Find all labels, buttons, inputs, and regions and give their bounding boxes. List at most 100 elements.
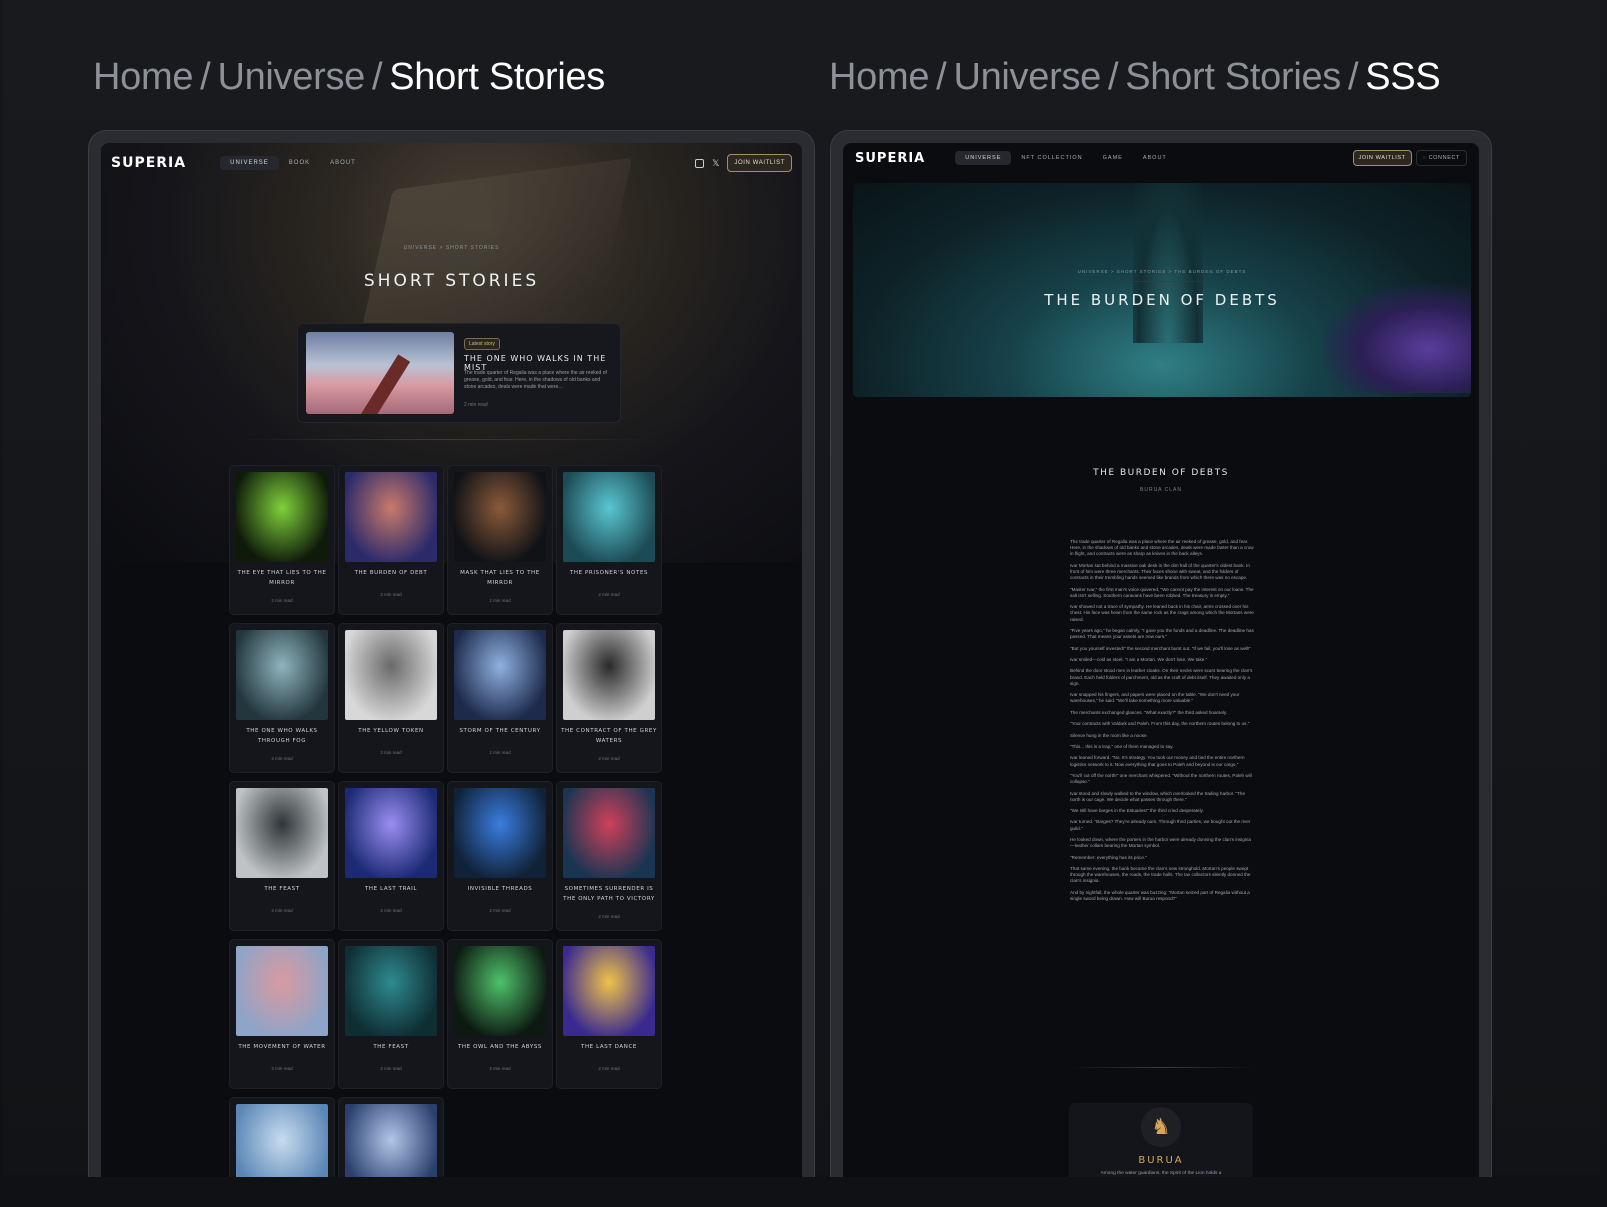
story-card[interactable]: THE OWL AND THE ABYSS 2 min read: [447, 939, 553, 1089]
story-thumbnail: [236, 472, 328, 562]
story-card-title: THE FEAST: [373, 1044, 409, 1050]
story-card-read-time: 2 min read: [380, 592, 402, 597]
story-card[interactable]: THE YELLOW TOKEN 2 min read: [338, 623, 444, 773]
crumb-current: SSS: [1365, 56, 1441, 98]
story-thumbnail: [345, 630, 437, 720]
hero-breadcrumb: UNIVERSE > SHORT STORIES > THE BURDEN OF…: [1077, 269, 1247, 274]
story-paragraph: The trade quarter of Regalia was a place…: [1070, 539, 1254, 557]
crumb-home: Home: [829, 56, 930, 98]
story-card-read-time: 2 min read: [489, 598, 511, 603]
story-card-read-time: 2 min read: [598, 756, 620, 761]
story-card[interactable]: THE PRISONER'S NOTES 2 min read: [556, 465, 662, 615]
story-clan: BURUA CLAN: [1140, 487, 1182, 493]
story-card-read-time: 2 min read: [489, 1066, 511, 1071]
nav-link-about[interactable]: ABOUT: [1133, 151, 1177, 165]
story-card[interactable]: THE BURDEN OF DEBT 2 min read: [338, 465, 444, 615]
story-paragraph: He looked down, where the porters in the…: [1070, 837, 1251, 849]
device-frame-left: SUPERIA UNIVERSE BOOK ABOUT 𝕏 JOIN WAITL…: [88, 130, 815, 1177]
connect-button[interactable]: ◌ CONNECT: [1415, 150, 1467, 166]
story-paragraph: Ivar showed not a trace of sympathy. He …: [1070, 604, 1254, 622]
story-card[interactable]: THE LAST TRAIL 2 min read: [338, 781, 444, 931]
story-paragraph: Silence hung in the room like a noose.: [1070, 732, 1148, 738]
story-card-read-time: 2 min read: [489, 908, 511, 913]
story-card-read-time: 2 min read: [271, 598, 293, 603]
story-thumbnail: [563, 946, 655, 1036]
story-hero-image: UNIVERSE > SHORT STORIES > THE BURDEN OF…: [853, 183, 1471, 397]
story-card-title: STORM OF THE CENTURY: [459, 728, 541, 734]
join-waitlist-button[interactable]: JOIN WAITLIST: [727, 154, 792, 172]
site-logo[interactable]: SUPERIA: [111, 155, 186, 171]
story-card[interactable]: STORM OF THE CENTURY 2 min read: [447, 623, 553, 773]
story-thumbnail: [454, 946, 546, 1036]
story-card[interactable]: SOMETIMES SURRENDER IS THE ONLY PATH TO …: [556, 781, 662, 931]
story-card-read-time: 2 min read: [598, 1066, 620, 1071]
story-detail-page: SUPERIA UNIVERSE NFT COLLECTION GAME ABO…: [843, 143, 1479, 1177]
story-end-divider: [1069, 1067, 1255, 1068]
story-card[interactable]: [338, 1097, 444, 1177]
showcase-canvas: Home / Universe / Short Stories Home / Univers…: [3, 0, 1600, 1177]
top-nav: SUPERIA UNIVERSE NFT COLLECTION GAME ABO…: [843, 143, 1479, 173]
story-card[interactable]: THE MOVEMENT OF WATER 2 min read: [229, 939, 335, 1089]
hero-divider: [391, 257, 511, 258]
story-paragraph: Behind the door stood men in leather clo…: [1070, 668, 1253, 686]
clan-description: Among the water guardians, the Spirit of…: [1100, 1171, 1222, 1176]
story-paragraph: Ivar Mortan sat behind a massive oak des…: [1070, 562, 1250, 581]
hero-breadcrumb: UNIVERSE > SHORT STORIES: [403, 245, 500, 251]
story-card-title: THE YELLOW TOKEN: [358, 728, 424, 734]
clan-card[interactable]: ♞ BURUA Among the water guardians, the S…: [1069, 1103, 1253, 1177]
crumb-universe: Universe: [953, 56, 1101, 98]
story-card[interactable]: INVISIBLE THREADS 2 min read: [447, 781, 553, 931]
story-card[interactable]: THE FEAST 2 min read: [229, 781, 335, 931]
nav-link-game[interactable]: GAME: [1093, 151, 1133, 165]
story-card-read-time: 2 min read: [598, 592, 620, 597]
story-card-read-time: 2 min read: [489, 750, 511, 755]
story-card-title: MASK THAT LIES TO THE MIRROR: [460, 570, 540, 586]
heading-left: Home / Universe / Short Stories: [93, 56, 606, 98]
device-frame-right: SUPERIA UNIVERSE NFT COLLECTION GAME ABO…: [830, 130, 1492, 1177]
story-card[interactable]: THE ONE WHO WALKS THROUGH FOG 2 min read: [229, 623, 335, 773]
story-card-read-time: 2 min read: [380, 1066, 402, 1071]
story-paragraph: Ivar smiled—cold as steel. "I am a Morta…: [1070, 656, 1208, 662]
x-twitter-icon[interactable]: 𝕏: [712, 158, 719, 169]
story-paragraph: "Master Ivar," the first man's voice qui…: [1070, 586, 1254, 598]
nav-link-book[interactable]: BOOK: [279, 156, 320, 170]
join-waitlist-button[interactable]: JOIN WAITLIST: [1352, 150, 1412, 166]
story-card-title: THE LAST DANCE: [580, 1044, 637, 1050]
story-card[interactable]: THE CONTRACT OF THE GREY WATERS 2 min rea…: [556, 623, 662, 773]
story-paragraph: "You'll cut off the north!" one merchant…: [1070, 772, 1252, 785]
hero-divider: [1103, 281, 1223, 282]
story-card-title: THE FEAST: [264, 886, 300, 892]
crumb-home: Home: [93, 56, 194, 98]
latest-story-card[interactable]: Latest story THE ONE WHO WALKS IN THE MI…: [297, 323, 621, 423]
story-card-read-time: 2 min read: [380, 750, 402, 755]
nav-link-universe[interactable]: UNIVERSE: [220, 156, 279, 170]
lion-crest-icon: ♞: [1141, 1107, 1181, 1147]
crumb-universe: Universe: [217, 56, 365, 98]
story-card[interactable]: MASK THAT LIES TO THE MIRROR 2 min read: [447, 465, 553, 615]
site-logo[interactable]: SUPERIA: [855, 151, 925, 166]
story-thumbnail: [236, 946, 328, 1036]
latest-story-excerpt: The trade quarter of Regalia was a place…: [464, 370, 607, 390]
story-thumbnail: [563, 630, 655, 720]
story-card[interactable]: THE LAST DANCE 2 min read: [556, 939, 662, 1089]
story-card-title: INVISIBLE THREADS: [467, 886, 533, 892]
story-card-read-time: 2 min read: [271, 1066, 293, 1071]
story-paragraph: Ivar stood and slowly walked to the wind…: [1070, 790, 1246, 802]
story-card-title: THE PRISONER'S NOTES: [569, 570, 649, 576]
story-thumbnail: [345, 472, 437, 562]
nav-link-nft-collection[interactable]: NFT COLLECTION: [1011, 151, 1092, 165]
story-paragraph: Ivar snapped his fingers, and papers wer…: [1070, 692, 1240, 704]
instagram-icon[interactable]: [695, 158, 705, 168]
story-thumbnail: [454, 788, 546, 878]
story-thumbnail: [563, 472, 655, 562]
story-paragraph: "We still have barges in the Estuaries!"…: [1070, 808, 1204, 814]
nav-link-about[interactable]: ABOUT: [320, 156, 366, 170]
story-thumbnail: [236, 1104, 328, 1177]
story-card[interactable]: [229, 1097, 335, 1177]
story-paragraph: That same evening, the bank became the c…: [1070, 866, 1251, 884]
clan-name: BURUA: [1138, 1155, 1184, 1166]
story-card[interactable]: THE EYE THAT LIES TO THE MIRROR 2 min rea…: [229, 465, 335, 615]
crumb-current: Short Stories: [389, 56, 606, 98]
story-card[interactable]: THE FEAST 2 min read: [338, 939, 444, 1089]
nav-link-universe[interactable]: UNIVERSE: [955, 151, 1012, 165]
